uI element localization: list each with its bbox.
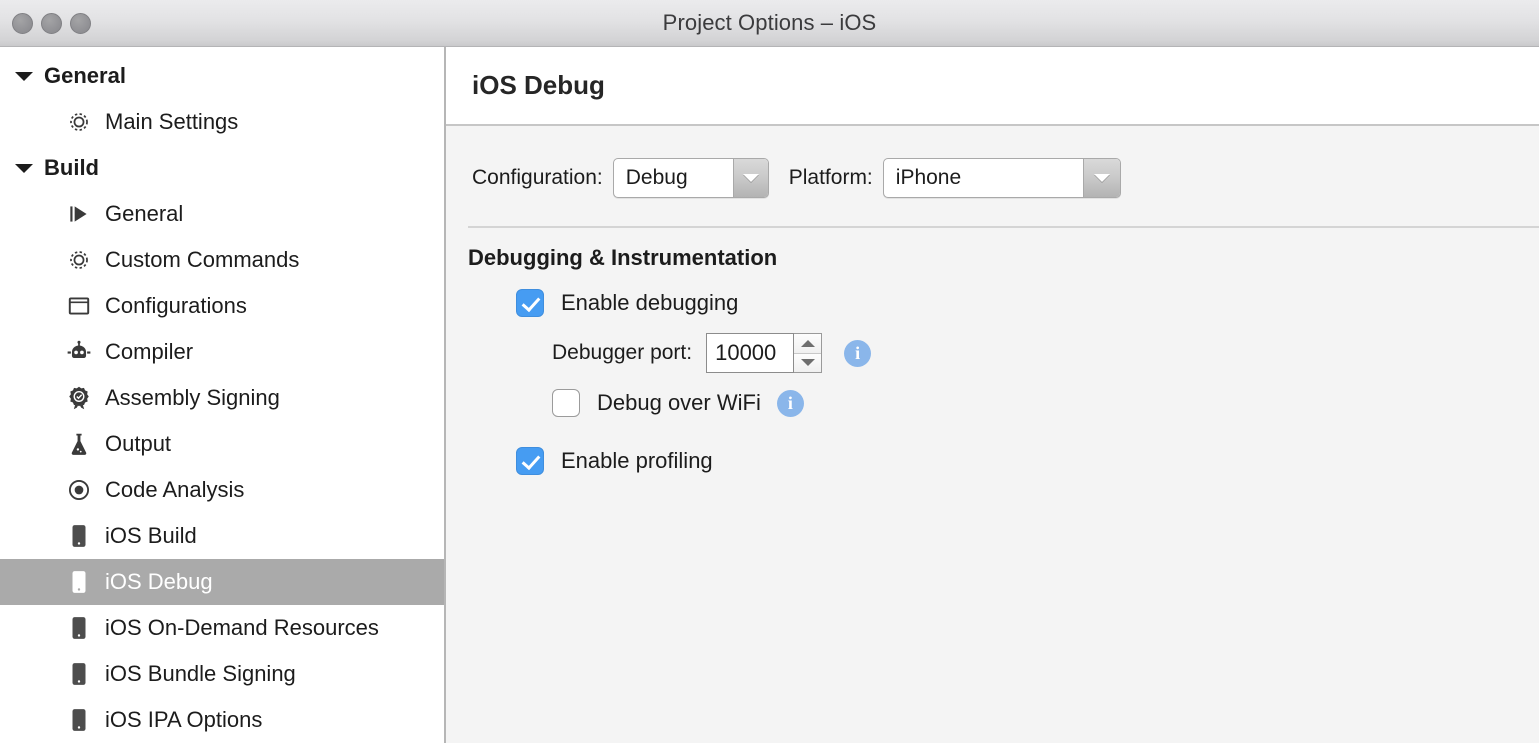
- phone-icon: [66, 661, 92, 687]
- enable-profiling-label: Enable profiling: [561, 448, 713, 474]
- platform-value: iPhone: [884, 159, 1084, 197]
- chevron-down-icon: [1083, 159, 1119, 197]
- sidebar-item-label: Configurations: [105, 293, 247, 319]
- sidebar-item-label: iOS Build: [105, 523, 197, 549]
- debugger-port-input[interactable]: [706, 333, 794, 373]
- enable-debugging-label: Enable debugging: [561, 290, 738, 316]
- sidebar-item-output[interactable]: Output: [0, 421, 444, 467]
- stepper-increment-icon[interactable]: [794, 334, 821, 354]
- debug-over-wifi-checkbox[interactable]: [552, 389, 580, 417]
- window-controls: [12, 0, 91, 47]
- sidebar-item-compiler[interactable]: Compiler: [0, 329, 444, 375]
- sidebar-item-label: Custom Commands: [105, 247, 299, 273]
- debug-over-wifi-row: Debug over WiFi i: [446, 389, 1539, 417]
- minimize-button[interactable]: [41, 13, 62, 34]
- sidebar-item-configurations[interactable]: Configurations: [0, 283, 444, 329]
- debug-over-wifi-info-icon[interactable]: i: [777, 390, 804, 417]
- close-button[interactable]: [12, 13, 33, 34]
- certificate-icon: [66, 385, 92, 411]
- sidebar-item-label: iOS IPA Options: [105, 707, 262, 733]
- enable-debugging-checkbox[interactable]: [516, 289, 544, 317]
- sidebar-item-label: iOS Bundle Signing: [105, 661, 296, 687]
- window-title: Project Options – iOS: [0, 10, 1539, 36]
- settings-content-pane: iOS Debug Configuration: Debug Platform:…: [446, 47, 1539, 743]
- window-icon: [66, 293, 92, 319]
- debug-over-wifi-label: Debug over WiFi: [597, 390, 761, 416]
- phone-icon: [66, 523, 92, 549]
- sidebar-item-label: iOS On-Demand Resources: [105, 615, 379, 641]
- sidebar-group-label: General: [44, 63, 126, 89]
- phone-icon: [66, 569, 92, 595]
- gear-icon: [66, 109, 92, 135]
- settings-sidebar[interactable]: General Main Settings Build: [0, 47, 446, 743]
- flask-icon: [66, 431, 92, 457]
- configuration-selector-row: Configuration: Debug Platform: iPhone: [446, 126, 1539, 200]
- sidebar-item-ios-on-demand-resources[interactable]: iOS On-Demand Resources: [0, 605, 444, 651]
- configuration-label: Configuration:: [472, 166, 603, 190]
- enable-profiling-checkbox[interactable]: [516, 447, 544, 475]
- enable-profiling-row: Enable profiling: [446, 447, 1539, 475]
- sidebar-item-ios-ipa-options[interactable]: iOS IPA Options: [0, 697, 444, 743]
- sidebar-group-build[interactable]: Build: [0, 145, 444, 191]
- debugger-port-row: Debugger port: i: [446, 333, 1539, 373]
- configuration-dropdown[interactable]: Debug: [613, 158, 769, 198]
- sidebar-item-label: Assembly Signing: [105, 385, 280, 411]
- page-title: iOS Debug: [472, 70, 605, 101]
- zoom-button[interactable]: [70, 13, 91, 34]
- sidebar-item-ios-build[interactable]: iOS Build: [0, 513, 444, 559]
- target-icon: [66, 477, 92, 503]
- phone-icon: [66, 615, 92, 641]
- sidebar-item-label: Output: [105, 431, 171, 457]
- sidebar-item-build-general[interactable]: General: [0, 191, 444, 237]
- sidebar-item-label: Compiler: [105, 339, 193, 365]
- sidebar-item-label: iOS Debug: [105, 569, 213, 595]
- sidebar-item-custom-commands[interactable]: Custom Commands: [0, 237, 444, 283]
- disclosure-triangle-icon[interactable]: [14, 66, 34, 86]
- debugger-port-label: Debugger port:: [552, 341, 692, 365]
- sidebar-item-main-settings[interactable]: Main Settings: [0, 99, 444, 145]
- sidebar-group-general[interactable]: General: [0, 53, 444, 99]
- content-header: iOS Debug: [446, 47, 1539, 126]
- project-options-window: Project Options – iOS General Main Setti…: [0, 0, 1539, 743]
- chevron-down-icon: [733, 159, 768, 197]
- sidebar-item-ios-bundle-signing[interactable]: iOS Bundle Signing: [0, 651, 444, 697]
- window-titlebar: Project Options – iOS: [0, 0, 1539, 47]
- disclosure-triangle-icon[interactable]: [14, 158, 34, 178]
- gear-icon: [66, 247, 92, 273]
- sidebar-item-assembly-signing[interactable]: Assembly Signing: [0, 375, 444, 421]
- debugger-port-stepper[interactable]: [706, 333, 822, 373]
- phone-icon: [66, 707, 92, 733]
- section-heading: Debugging & Instrumentation: [446, 228, 1539, 271]
- platform-dropdown[interactable]: iPhone: [883, 158, 1121, 198]
- debugger-port-info-icon[interactable]: i: [844, 340, 871, 367]
- play-flag-icon: [66, 201, 92, 227]
- sidebar-item-label: Main Settings: [105, 109, 238, 135]
- stepper-buttons[interactable]: [794, 333, 822, 373]
- stepper-decrement-icon[interactable]: [794, 354, 821, 373]
- sidebar-item-label: General: [105, 201, 183, 227]
- sidebar-item-ios-debug[interactable]: iOS Debug: [0, 559, 444, 605]
- enable-debugging-row: Enable debugging: [446, 289, 1539, 317]
- platform-label: Platform:: [789, 166, 873, 190]
- robot-icon: [66, 339, 92, 365]
- configuration-value: Debug: [614, 159, 733, 197]
- window-body: General Main Settings Build: [0, 47, 1539, 743]
- sidebar-group-label: Build: [44, 155, 99, 181]
- sidebar-item-label: Code Analysis: [105, 477, 244, 503]
- sidebar-item-code-analysis[interactable]: Code Analysis: [0, 467, 444, 513]
